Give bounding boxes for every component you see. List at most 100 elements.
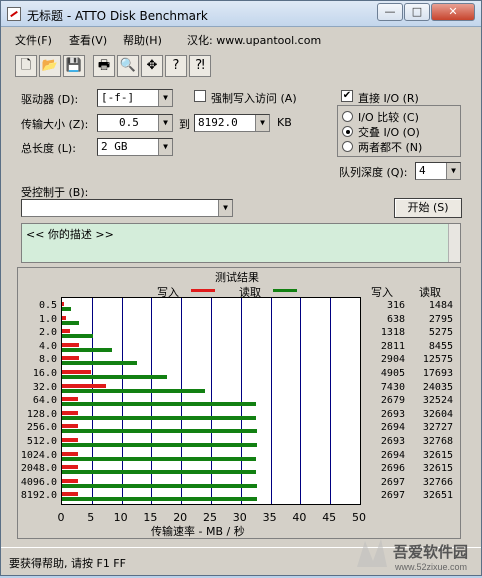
y-tick-label: 8192.0 [20, 490, 57, 502]
read-bar [62, 429, 258, 434]
context-help-icon[interactable]: ⁈ [189, 55, 211, 77]
print-icon[interactable]: 🖶 [93, 55, 115, 77]
menu-view[interactable]: 查看(V) [69, 32, 107, 48]
minimize-button[interactable]: — [377, 3, 403, 21]
print-preview-icon[interactable]: 🔍 [117, 55, 139, 77]
drive-select[interactable]: [-f-] ▼ [97, 89, 173, 107]
move-icon[interactable]: ✥ [141, 55, 163, 77]
description-scrollbar[interactable] [448, 224, 460, 262]
read-value: 1484 [428, 300, 453, 311]
y-tick-label: 2.0 [38, 327, 57, 339]
controlled-by-select[interactable]: ▼ [21, 199, 233, 217]
read-value: 2795 [428, 313, 453, 325]
total-length-select[interactable]: 2 GB ▼ [97, 138, 173, 156]
transfer-to-select[interactable]: 8192.0 ▼ [194, 114, 270, 132]
window-title: 无标题 - ATTO Disk Benchmark [27, 9, 208, 23]
read-value: 12575 [422, 354, 453, 366]
write-value: 2693 [380, 436, 405, 447]
read-value: 17693 [422, 368, 453, 379]
menu-file[interactable]: 文件(F) [15, 32, 52, 48]
io-compare-label: I/O 比较 (C) [358, 111, 419, 124]
queue-depth-select[interactable]: 4 ▼ [415, 162, 461, 180]
chevron-down-icon[interactable]: ▼ [158, 139, 172, 155]
chevron-down-icon[interactable]: ▼ [158, 115, 172, 131]
chevron-down-icon[interactable]: ▼ [158, 90, 172, 106]
x-tick-label: 0 [57, 511, 65, 524]
write-bar [62, 356, 80, 361]
description-box[interactable]: << 你的描述 >> [21, 223, 461, 263]
write-value: 638 [386, 313, 405, 325]
y-tick-label: 8.0 [38, 354, 57, 366]
read-value: 5275 [428, 327, 453, 339]
drive-label: 驱动器 (D): [21, 93, 79, 106]
read-value: 32768 [422, 436, 453, 447]
menu-bar: 文件(F) 查看(V) 帮助(H) 汉化: www.upantool.com [1, 28, 481, 48]
write-column-header: 写入 [371, 286, 393, 299]
total-length-label: 总长度 (L): [21, 142, 76, 155]
y-tick-label: 2048.0 [20, 463, 57, 475]
transfer-size-label: 传输大小 (Z): [21, 118, 89, 131]
maximize-button[interactable]: □ [404, 3, 430, 21]
grid-line [330, 298, 331, 504]
start-button[interactable]: 开始 (S) [394, 198, 462, 218]
y-tick-label: 512.0 [26, 436, 57, 447]
x-tick-label: 5 [87, 511, 95, 524]
write-value: 316 [386, 300, 405, 311]
read-bar [62, 483, 258, 488]
new-icon[interactable]: 🗋 [15, 55, 37, 77]
write-bar [62, 383, 107, 388]
io-compare-radio[interactable] [342, 111, 353, 122]
write-value: 7430 [380, 381, 405, 393]
open-icon[interactable]: 📂 [39, 55, 61, 77]
read-bar [62, 470, 257, 475]
x-tick-label: 40 [292, 511, 307, 524]
write-value: 2694 [380, 449, 405, 461]
watermark-graphic: 吾爱软件园 www.52zixue.com [357, 539, 468, 572]
chevron-down-icon[interactable]: ▼ [446, 163, 460, 179]
title-bar[interactable]: 无标题 - ATTO Disk Benchmark — □ ✕ [1, 1, 481, 27]
write-bar [62, 424, 79, 429]
transfer-to-value: 8192.0 [198, 116, 238, 129]
grid-line [271, 298, 272, 504]
read-value: 32524 [422, 395, 453, 407]
write-bar [62, 315, 66, 320]
read-value: 8455 [428, 340, 453, 352]
app-window: 无标题 - ATTO Disk Benchmark — □ ✕ 文件(F) 查看… [0, 0, 482, 576]
y-tick-label: 64.0 [32, 395, 57, 407]
read-column-header: 读取 [419, 286, 441, 299]
status-bar: 要获得帮助, 请按 F1 FF 吾爱软件园 www.52zixue.com [1, 539, 481, 575]
read-bar [62, 361, 137, 366]
queue-depth-value: 4 [419, 164, 426, 177]
write-bar [62, 397, 78, 402]
chevron-down-icon[interactable]: ▼ [255, 115, 269, 131]
transfer-from-select[interactable]: 0.5 ▼ [97, 114, 173, 132]
direct-io-checkbox[interactable]: ✔ [341, 90, 353, 102]
write-value: 4905 [380, 368, 405, 379]
status-text: 要获得帮助, 请按 F1 FF [9, 557, 126, 570]
help-icon[interactable]: ? [165, 55, 187, 77]
x-tick-label: 35 [262, 511, 277, 524]
write-bar [62, 438, 79, 442]
x-tick-label: 45 [322, 511, 337, 524]
write-value: 2696 [380, 463, 405, 475]
menu-help[interactable]: 帮助(H) [123, 32, 162, 48]
force-write-label: 强制写入访问 (A) [211, 92, 297, 105]
io-neither-radio[interactable] [342, 141, 353, 152]
write-value: 2694 [380, 422, 405, 434]
force-write-checkbox[interactable] [194, 90, 206, 102]
read-bar [62, 375, 168, 379]
write-value: 2679 [380, 395, 405, 407]
write-bar [62, 370, 92, 374]
read-bar [62, 402, 256, 407]
y-tick-label: 1.0 [38, 313, 57, 325]
save-icon[interactable]: 💾 [63, 55, 85, 77]
read-value: 32727 [422, 422, 453, 434]
read-value: 32615 [422, 463, 453, 475]
write-bar [62, 302, 64, 306]
y-tick-label: 256.0 [26, 422, 57, 434]
chevron-down-icon[interactable]: ▼ [218, 200, 232, 216]
io-overlap-radio[interactable] [342, 126, 353, 137]
close-button[interactable]: ✕ [431, 3, 475, 21]
write-bar [62, 492, 79, 497]
write-bar [62, 329, 70, 334]
